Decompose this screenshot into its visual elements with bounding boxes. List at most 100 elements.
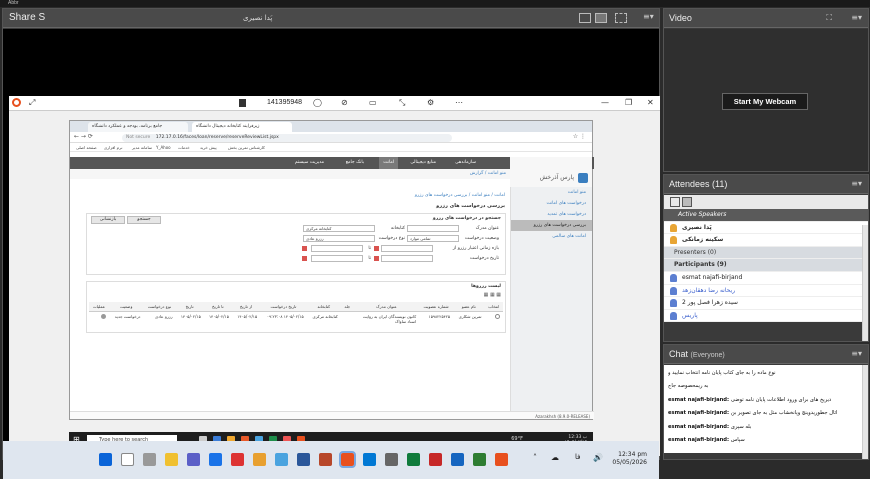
pod-menu-icon[interactable]: ≡▾ — [643, 12, 654, 21]
start-webcam-button[interactable]: Start My Webcam — [722, 93, 808, 110]
chat-scrollbar[interactable] — [862, 365, 868, 459]
pod-menu-icon[interactable]: ≡▾ — [851, 13, 862, 22]
expand-icon[interactable]: ⤢ — [29, 98, 35, 108]
video-pod-header: Video ⛶ ≡▾ — [664, 9, 868, 28]
list-view-icon[interactable] — [670, 197, 680, 207]
action-icon[interactable] — [100, 314, 106, 319]
nav-item-admin[interactable]: مدیریت سیستم — [295, 160, 324, 165]
mute-icon[interactable]: ⊘ — [341, 98, 348, 107]
fullscreen-icon[interactable]: ⛶ — [826, 13, 832, 23]
calendar-icon[interactable] — [374, 246, 379, 251]
browser-tab-2[interactable]: زیرفرایند کتابخانه دیجیتال دانشگاه — [192, 122, 292, 132]
sidebar-item-renewals[interactable]: درخواست های تمدید — [511, 209, 592, 220]
bookmark-item[interactable]: صفحه اصلی — [76, 145, 97, 150]
table-cell — [89, 312, 109, 327]
column-header[interactable]: عملیات — [89, 302, 109, 312]
settings-icon[interactable]: ⚙ — [427, 98, 434, 107]
chat-bubble-icon[interactable]: ◯ — [313, 98, 322, 107]
calendar-icon[interactable] — [302, 246, 307, 251]
participant-row[interactable]: esmat najafi-birjand — [664, 272, 868, 285]
nav-buttons-icon[interactable]: ← → ⟳ — [74, 133, 93, 140]
column-header[interactable]: از تاریخ — [231, 302, 261, 312]
browser-tab-1[interactable]: جامع برنامه، بودجه و عملکرد دانشگاه — [88, 122, 188, 132]
column-header[interactable]: جلد — [340, 302, 354, 312]
request-date-from-field[interactable] — [381, 255, 433, 262]
fullscreen-icon[interactable] — [615, 13, 627, 23]
table-row[interactable]: تمرین شکاری ۱۵۹۸۲۲۵۴۲۵ کانون نویسندگان ایر… — [89, 312, 503, 327]
sidebar-item-loan-menu[interactable]: منو امانت — [511, 187, 592, 198]
date-from-field[interactable] — [381, 245, 433, 252]
search-button[interactable]: جستجو — [127, 216, 161, 224]
fit-page-icon[interactable] — [595, 13, 607, 23]
tray-chevron-icon[interactable]: ˄ — [533, 453, 537, 462]
results-title: لیست رزروها — [471, 284, 501, 289]
column-header[interactable]: نوع درخواست — [143, 302, 176, 312]
participant-row[interactable]: پاریس — [664, 310, 868, 323]
participant-row[interactable]: سیده زهرا فصل پور 2 — [664, 297, 868, 310]
select-radio[interactable] — [495, 314, 500, 319]
column-header[interactable]: انتخاب — [484, 302, 503, 312]
bookmark-item[interactable]: Y_Ahoo — [156, 145, 171, 150]
remote-window-titlebar: ⤢ 141395948 ◯ ⊘ ▭ ⤡ ⚙ ⋯ — ❐ ✕ — [9, 96, 660, 111]
bookmark-item[interactable]: خدمات — [178, 145, 190, 150]
column-header[interactable]: تا تاریخ — [203, 302, 232, 312]
breadcrumb-text[interactable]: منو امانت / گزارش — [470, 171, 506, 176]
table-cell: رزرو عادی — [155, 314, 173, 319]
speaker-row[interactable]: پَدا نصیری — [664, 222, 868, 235]
nav-item-digital[interactable]: منابع دیجیتالی — [410, 160, 436, 165]
reset-button[interactable]: بازنشانی — [91, 216, 125, 224]
participants-section[interactable]: Participants (9) — [664, 259, 868, 272]
host-clock[interactable]: 12:34 pm 05/05/2026 — [612, 451, 647, 467]
request-date-to-field[interactable] — [311, 255, 363, 262]
browser-menu-icon[interactable]: ☆ ⋮ — [573, 133, 586, 140]
bookmark-item[interactable]: نرم افزاری — [104, 145, 122, 150]
bookmark-item[interactable]: سامانه مدیر — [132, 145, 152, 150]
minimize-icon[interactable]: — — [601, 98, 609, 107]
volume-icon[interactable]: 🔊 — [593, 453, 603, 462]
monitor-icon[interactable]: ▭ — [369, 98, 377, 107]
column-header[interactable]: شماره عضویت — [419, 302, 454, 312]
column-header[interactable]: نام عضو — [453, 302, 485, 312]
column-header[interactable]: عنوان مدرک — [353, 302, 420, 312]
sidebar-item-reserve-review[interactable]: بررسی درخواست های رزرو — [511, 220, 592, 231]
sidebar-item-loan-requests[interactable]: درخواست های امانت — [511, 198, 592, 209]
calendar-icon[interactable] — [302, 256, 307, 261]
nav-item-catalog[interactable]: سازماندهی — [455, 160, 476, 165]
participant-row[interactable]: ریحانه رضا دهقان‌زهد — [664, 285, 868, 298]
pod-menu-icon[interactable]: ≡▾ — [851, 179, 862, 188]
request-type-select[interactable]: رزرو عادی — [303, 235, 375, 242]
maximize-icon[interactable]: ❐ — [625, 98, 632, 107]
more-icon[interactable]: ⋯ — [455, 98, 463, 107]
bookmark-item[interactable]: کارشناس تمرین بخش — [228, 145, 265, 150]
grid-view-icon[interactable] — [682, 197, 692, 207]
speaker-row[interactable]: سکینه زمانکی — [664, 234, 868, 247]
reserve-status-select[interactable]: تمامی موارد — [407, 235, 459, 242]
tray-icon[interactable]: ☁ — [551, 453, 559, 462]
attendees-scrollbar[interactable] — [862, 225, 868, 341]
table-cell: ۱۵۹۸۲۲۵۴۲۵ — [428, 314, 451, 319]
presenters-section[interactable]: Presenters (0) — [664, 246, 868, 260]
column-header[interactable]: وضعیت — [108, 302, 144, 312]
sidebar-item-healthy-loans[interactable]: امانت های سالمی — [511, 231, 592, 242]
calendar-icon[interactable] — [374, 256, 379, 261]
pod-menu-icon[interactable]: ≡▾ — [851, 349, 862, 358]
library-select[interactable]: کتابخانه مرکزی — [303, 225, 375, 232]
browser-window: جامع برنامه، بودجه و عملکرد دانشگاه زیرف… — [69, 120, 594, 420]
nav-item-bank[interactable]: بانک جامع — [346, 160, 364, 165]
fit-width-icon[interactable] — [579, 13, 591, 23]
table-toolbar-icons[interactable]: ▦ ▦ ▦ — [484, 292, 501, 298]
column-header[interactable]: تاریخ — [175, 302, 204, 312]
url-field[interactable]: Not secure 172.17.0.16/faces/loan/reserv… — [122, 134, 452, 142]
nav-item-loan[interactable]: امانت — [379, 157, 398, 169]
close-icon[interactable]: ✕ — [647, 98, 654, 107]
user-icon — [670, 236, 677, 245]
date-to-field[interactable] — [311, 245, 363, 252]
breadcrumb: منو امانت / گزارش — [70, 169, 510, 179]
column-header[interactable]: تاریخ درخواست — [260, 302, 307, 312]
to-label-2: تا — [368, 256, 371, 261]
host-taskbar: ˄ ☁ فا 🔊 12:34 pm 05/05/2026 — [3, 441, 659, 479]
column-header[interactable]: کتابخانه — [306, 302, 341, 312]
fullscreen-exit-icon[interactable]: ⤡ — [399, 98, 405, 108]
bookmark-item[interactable]: پیش خرید — [200, 145, 217, 150]
resource-title-field[interactable] — [407, 225, 459, 232]
